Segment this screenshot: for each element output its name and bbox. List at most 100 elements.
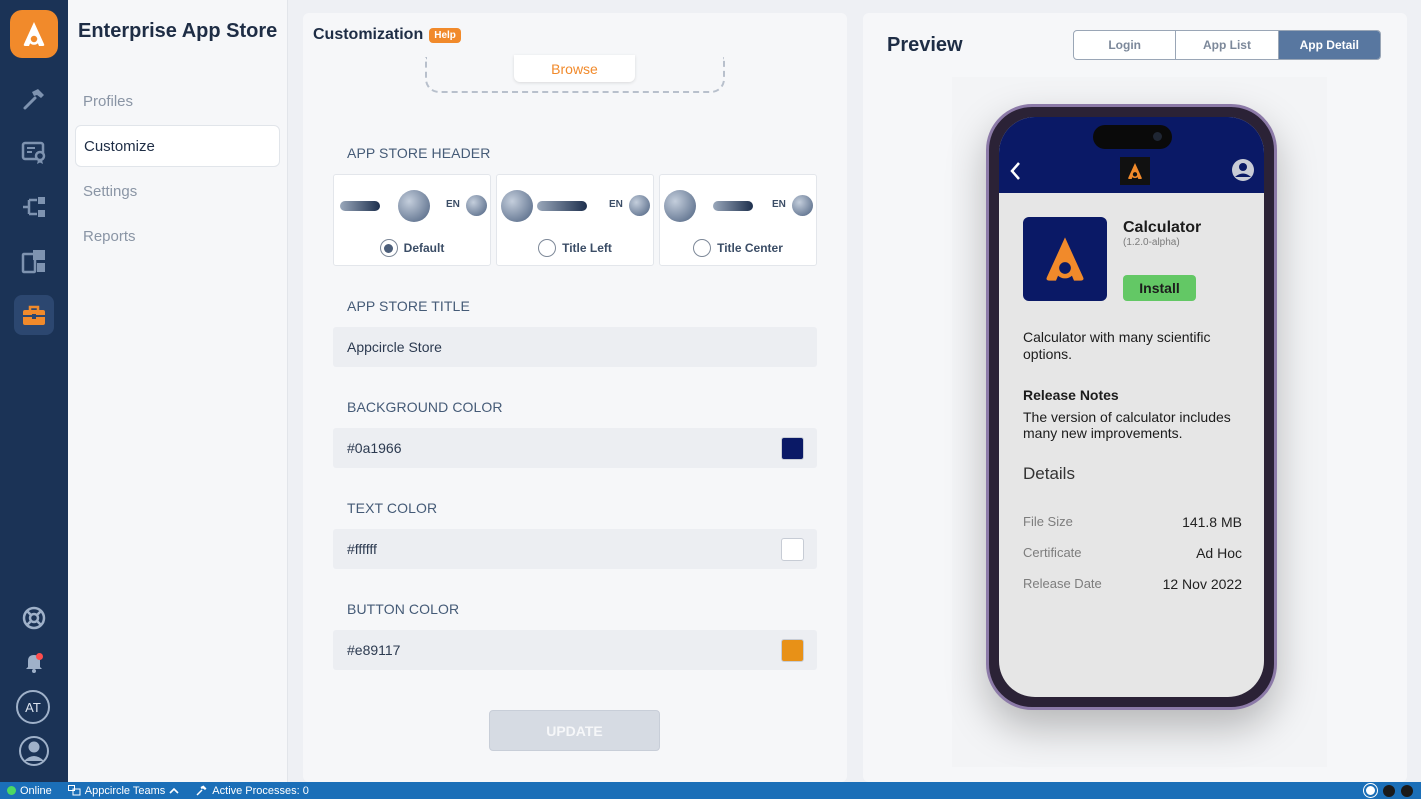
- detail-value: 12 Nov 2022: [1162, 576, 1242, 592]
- header-option-label: Title Left: [562, 241, 612, 255]
- header-preview-avatar: [466, 195, 487, 216]
- build-hammer-icon[interactable]: [14, 79, 54, 119]
- radio-default[interactable]: [379, 239, 398, 257]
- status-circle-icon[interactable]: [1364, 784, 1377, 797]
- module-title: Enterprise App Store: [78, 20, 278, 42]
- install-button[interactable]: Install: [1123, 275, 1196, 301]
- detail-key: Release Date: [1023, 576, 1102, 591]
- status-bar: Online Appcircle Teams Active Processes:…: [0, 782, 1421, 799]
- detail-value: Ad Hoc: [1196, 545, 1242, 561]
- header-preview-logo: [398, 190, 430, 222]
- status-dot-icon[interactable]: [1401, 784, 1413, 797]
- header-preview-avatar: [629, 195, 650, 216]
- online-status: Online: [7, 785, 52, 797]
- distribution-flow-icon[interactable]: [14, 187, 54, 227]
- text-color-swatch[interactable]: [781, 538, 804, 561]
- nav-item-customize[interactable]: Customize: [75, 125, 280, 167]
- detail-key: File Size: [1023, 514, 1073, 529]
- app-description: Calculator with many scientific options.: [1023, 329, 1211, 362]
- back-chevron-icon[interactable]: [1009, 161, 1021, 181]
- phone-screen: Calculator (1.2.0-alpha) Install Calcula…: [999, 117, 1264, 697]
- phone-mockup: Calculator (1.2.0-alpha) Install Calcula…: [986, 104, 1277, 710]
- header-preview-bar: [537, 201, 587, 211]
- chevron-up-icon: [169, 787, 179, 794]
- radio-title-center[interactable]: [693, 239, 712, 257]
- help-badge[interactable]: Help: [429, 27, 461, 43]
- background-color-value: #0a1966: [347, 440, 402, 456]
- organization-avatar[interactable]: AT: [16, 690, 50, 724]
- header-option-radio-row: Title Left: [497, 239, 653, 257]
- nav-item-reports[interactable]: Reports: [75, 215, 280, 257]
- header-option-title-left[interactable]: EN Title Left: [496, 174, 654, 266]
- status-dot-icon[interactable]: [1383, 784, 1395, 797]
- text-color-label: TEXT COLOR: [347, 500, 438, 516]
- store-title-input[interactable]: Appcircle Store: [333, 327, 817, 367]
- details-title: Details: [1023, 464, 1075, 483]
- radio-title-left[interactable]: [538, 239, 557, 257]
- user-profile-icon[interactable]: [14, 731, 54, 771]
- header-preview-lang: EN: [772, 199, 786, 210]
- sub-navigation: Enterprise App Store Profiles Customize …: [68, 0, 288, 782]
- header-preview-bar: [340, 201, 380, 211]
- background-color-input[interactable]: #0a1966: [333, 428, 817, 468]
- header-preview-lang: EN: [609, 199, 623, 210]
- support-lifebuoy-icon[interactable]: [14, 598, 54, 638]
- preview-title: Preview: [887, 34, 963, 56]
- online-dot-icon: [7, 786, 16, 795]
- button-color-input[interactable]: #e89117: [333, 630, 817, 670]
- header-section-label: APP STORE HEADER: [347, 145, 491, 161]
- background-color-swatch[interactable]: [781, 437, 804, 460]
- text-color-input[interactable]: #ffffff: [333, 529, 817, 569]
- text-color-value: #ffffff: [347, 541, 377, 557]
- teams-switcher[interactable]: Appcircle Teams: [67, 784, 180, 797]
- header-option-radio-row: Default: [334, 239, 490, 257]
- background-color-label: BACKGROUND COLOR: [347, 399, 503, 415]
- detail-value: 141.8 MB: [1182, 514, 1242, 530]
- header-option-label: Default: [403, 241, 445, 255]
- release-notes-text: The version of calculator includes many …: [1023, 409, 1231, 441]
- header-preview-lang: EN: [446, 199, 460, 210]
- detail-key: Certificate: [1023, 545, 1082, 560]
- signing-certificate-icon[interactable]: [14, 132, 54, 172]
- active-processes-label: Active Processes: 0: [212, 784, 309, 797]
- enterprise-store-briefcase-icon[interactable]: [14, 295, 54, 335]
- customization-header: Customization Help: [313, 26, 461, 44]
- button-color-swatch[interactable]: [781, 639, 804, 662]
- title-section-label: APP STORE TITLE: [347, 298, 470, 314]
- dynamic-island: [1093, 125, 1172, 149]
- preview-tabs: Login App List App Detail: [1073, 30, 1381, 60]
- update-button[interactable]: UPDATE: [489, 710, 660, 751]
- active-processes[interactable]: Active Processes: 0: [195, 784, 309, 797]
- tab-login[interactable]: Login: [1074, 31, 1177, 59]
- header-option-title-center[interactable]: EN Title Center: [659, 174, 817, 266]
- notification-bell-icon[interactable]: [14, 642, 54, 682]
- header-preview-bar: [713, 201, 753, 211]
- testing-devices-icon[interactable]: [14, 241, 54, 281]
- window-controls: [1364, 784, 1413, 797]
- teams-icon: [67, 785, 81, 796]
- tab-app-detail[interactable]: App Detail: [1278, 31, 1380, 59]
- online-label: Online: [20, 784, 52, 797]
- app-version: (1.2.0-alpha): [1123, 237, 1180, 248]
- header-option-default[interactable]: EN Default: [333, 174, 491, 266]
- account-icon[interactable]: [1231, 158, 1255, 182]
- tab-app-list[interactable]: App List: [1176, 31, 1279, 59]
- notification-badge: [36, 653, 43, 660]
- browse-button[interactable]: Browse: [514, 55, 635, 82]
- button-color-label: BUTTON COLOR: [347, 601, 460, 617]
- teams-label: Appcircle Teams: [84, 784, 166, 797]
- nav-item-settings[interactable]: Settings: [75, 170, 280, 212]
- header-preview-avatar: [792, 195, 813, 216]
- left-rail: AT: [0, 0, 68, 782]
- button-color-value: #e89117: [347, 642, 401, 658]
- header-option-label: Title Center: [717, 241, 783, 255]
- release-notes-title: Release Notes: [1023, 387, 1119, 403]
- customization-title: Customization: [313, 26, 424, 43]
- header-preview-logo: [664, 190, 696, 222]
- appcircle-logo-icon[interactable]: [10, 10, 58, 58]
- nav-item-profiles[interactable]: Profiles: [75, 80, 280, 122]
- hammer-icon: [196, 785, 207, 796]
- app-icon: [1023, 217, 1107, 301]
- customization-panel: Customization Help Browse APP STORE HEAD…: [303, 13, 847, 782]
- app-name: Calculator: [1123, 219, 1202, 236]
